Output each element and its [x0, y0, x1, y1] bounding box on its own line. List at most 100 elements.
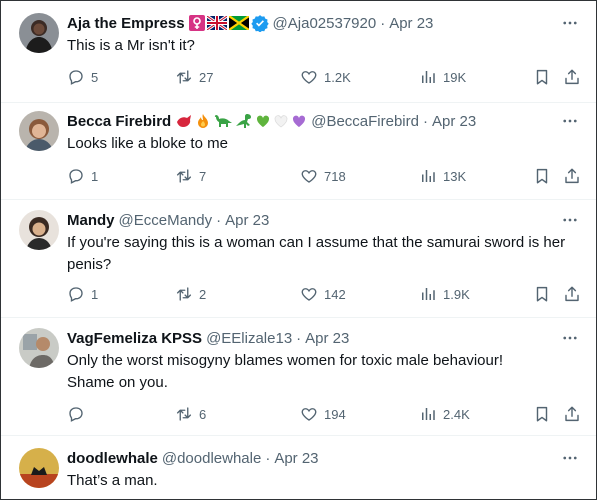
- separator-dot: ·: [265, 449, 271, 467]
- reply-count: 1: [91, 286, 99, 302]
- views-button[interactable]: 2.4K: [419, 404, 470, 424]
- like-button[interactable]: 194: [300, 404, 346, 424]
- verified-icon: [250, 15, 269, 32]
- dinosaur-icon: [236, 114, 252, 128]
- reply-date[interactable]: Apr 23: [225, 212, 269, 229]
- reply-count: 1: [91, 168, 99, 184]
- reply-item[interactable]: doodlewhale @doodlewhale · Apr 23 That’s…: [1, 436, 596, 499]
- reply-item[interactable]: Aja the Empress @Aja02537920 · Apr 23 Th…: [1, 1, 596, 103]
- reply-button[interactable]: [67, 404, 91, 424]
- like-button[interactable]: 718: [300, 166, 346, 186]
- retweet-count: 7: [199, 168, 207, 184]
- female-sign-icon: [188, 15, 205, 31]
- like-button[interactable]: 142: [300, 284, 346, 304]
- more-icon[interactable]: [560, 210, 580, 230]
- bookmark-icon: [533, 68, 551, 86]
- like-count: 194: [324, 406, 346, 422]
- display-name[interactable]: Becca Firebird: [67, 113, 171, 130]
- reply-date[interactable]: Apr 23: [305, 330, 349, 347]
- reply-item[interactable]: VagFemeliza KPSS @EElizale13 · Apr 23 On…: [1, 318, 596, 436]
- reply-button[interactable]: 5: [67, 67, 98, 87]
- share-button[interactable]: [563, 67, 581, 87]
- separator-dot: ·: [380, 14, 386, 32]
- retweet-count: 6: [199, 406, 207, 422]
- retweet-icon: [175, 68, 193, 86]
- reply-date[interactable]: Apr 23: [432, 113, 476, 130]
- avatar[interactable]: [19, 111, 59, 151]
- like-icon: [300, 285, 318, 303]
- reply-icon: [67, 68, 85, 86]
- reply-date[interactable]: Apr 23: [389, 15, 433, 32]
- bookmark-icon: [533, 405, 551, 423]
- display-name[interactable]: Aja the Empress: [67, 15, 185, 32]
- like-button[interactable]: 1.2K: [300, 67, 351, 87]
- green-heart-icon: [257, 115, 270, 127]
- reply-date[interactable]: Apr 23: [274, 450, 318, 467]
- share-button[interactable]: [563, 284, 581, 304]
- reply-button[interactable]: 1: [67, 166, 98, 186]
- reply-button[interactable]: 1: [67, 284, 98, 304]
- username-handle[interactable]: @EElizale13: [206, 330, 292, 347]
- share-icon: [563, 68, 581, 86]
- retweet-button[interactable]: 27: [175, 67, 213, 87]
- separator-dot: ·: [422, 112, 428, 130]
- reply-text: If you're saying this is a woman can I a…: [67, 234, 566, 273]
- username-handle[interactable]: @EcceMandy: [119, 212, 213, 229]
- reply-icon: [67, 285, 85, 303]
- reply-item[interactable]: Mandy @EcceMandy · Apr 23 If you're sayi…: [1, 200, 596, 318]
- like-count: 718: [324, 168, 346, 184]
- share-icon: [563, 167, 581, 185]
- retweet-button[interactable]: 6: [175, 404, 206, 424]
- username-handle[interactable]: @Aja02537920: [273, 15, 377, 32]
- more-icon[interactable]: [560, 448, 580, 468]
- more-icon[interactable]: [560, 328, 580, 348]
- more-icon[interactable]: [560, 13, 580, 33]
- like-icon: [300, 68, 318, 86]
- bookmark-button[interactable]: [533, 404, 551, 424]
- views-icon: [419, 68, 437, 86]
- username-handle[interactable]: @doodlewhale: [162, 450, 261, 467]
- share-button[interactable]: [563, 404, 581, 424]
- views-icon: [419, 285, 437, 303]
- name-emoji: [175, 113, 307, 129]
- views-count: 13K: [443, 168, 467, 184]
- like-icon: [300, 405, 318, 423]
- avatar[interactable]: [19, 328, 59, 368]
- reply-text: Looks like a bloke to me: [67, 135, 228, 152]
- retweet-button[interactable]: 2: [175, 284, 206, 304]
- views-count: 1.9K: [443, 286, 470, 302]
- replies-thread: Aja the Empress @Aja02537920 · Apr 23 Th…: [0, 0, 597, 500]
- bookmark-button[interactable]: [533, 67, 551, 87]
- username-handle[interactable]: @BeccaFirebird: [311, 113, 419, 130]
- retweet-icon: [175, 405, 193, 423]
- reply-count: 5: [91, 69, 99, 85]
- jamaica-flag-icon: [228, 16, 249, 30]
- avatar[interactable]: [19, 210, 59, 250]
- reply-item[interactable]: Becca Firebird @BeccaFirebird · Apr 23 L…: [1, 103, 596, 200]
- uk-flag-icon: [206, 16, 227, 30]
- avatar[interactable]: [19, 448, 59, 488]
- views-button[interactable]: 19K: [419, 67, 466, 87]
- more-icon[interactable]: [560, 111, 580, 131]
- like-count: 142: [324, 286, 346, 302]
- display-name[interactable]: doodlewhale: [67, 450, 158, 467]
- reply-text: Only the worst misogyny blames women for…: [67, 352, 504, 391]
- views-button[interactable]: 13K: [419, 166, 466, 186]
- bookmark-button[interactable]: [533, 284, 551, 304]
- like-count: 1.2K: [324, 69, 351, 85]
- share-icon: [563, 405, 581, 423]
- share-button[interactable]: [563, 166, 581, 186]
- retweet-button[interactable]: 7: [175, 166, 206, 186]
- reply-icon: [67, 167, 85, 185]
- bookmark-button[interactable]: [533, 166, 551, 186]
- fire-icon: [198, 114, 209, 128]
- views-button[interactable]: 1.9K: [419, 284, 470, 304]
- display-name[interactable]: Mandy: [67, 212, 115, 229]
- reply-text: This is a Mr isn't it?: [67, 37, 195, 54]
- like-icon: [300, 167, 318, 185]
- avatar[interactable]: [19, 13, 59, 53]
- reply-text: That’s a man.: [67, 472, 158, 489]
- display-name[interactable]: VagFemeliza KPSS: [67, 330, 202, 347]
- separator-dot: ·: [296, 329, 302, 347]
- views-count: 19K: [443, 69, 467, 85]
